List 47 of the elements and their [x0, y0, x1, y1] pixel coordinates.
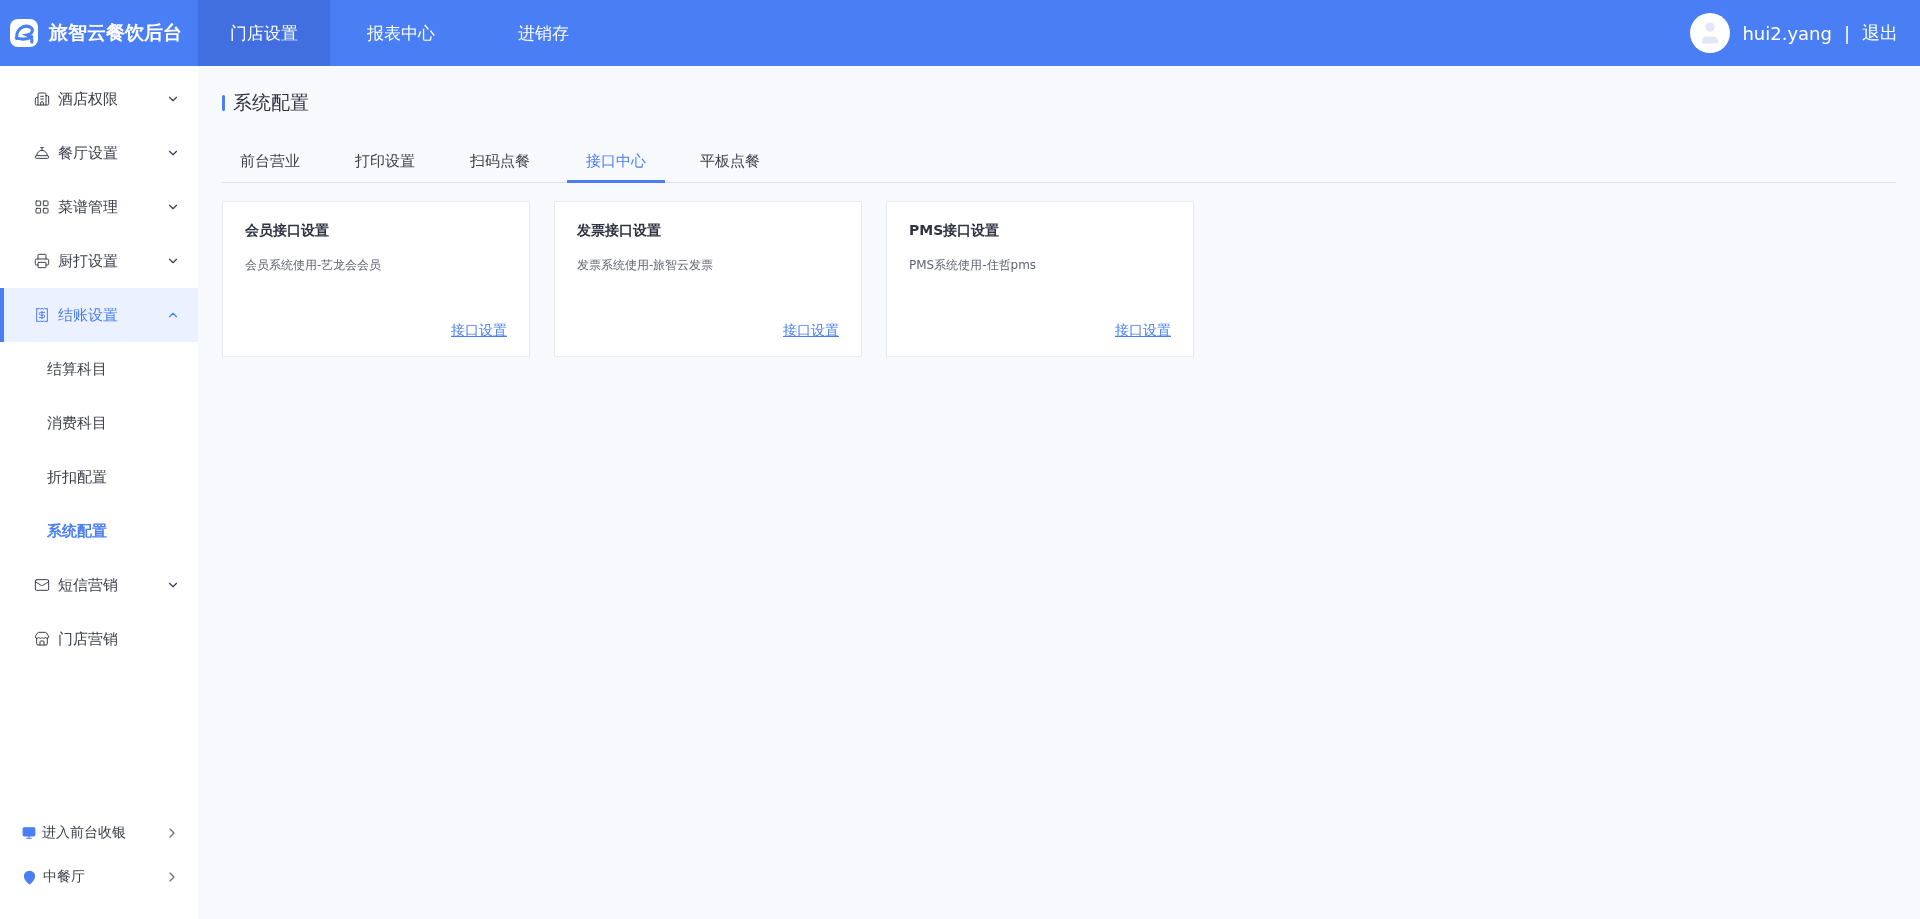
menu-icon	[34, 199, 50, 215]
sidebar-item[interactable]: 菜谱管理	[0, 180, 198, 234]
submenu-item[interactable]: 折扣配置	[0, 450, 198, 504]
tab[interactable]: 前台营业	[222, 152, 337, 183]
settings-link[interactable]: 接口设置	[451, 322, 507, 340]
card-description: PMS系统使用-住哲pms	[909, 257, 1038, 274]
submenu-item[interactable]: 结算科目	[0, 342, 198, 396]
menu-icon	[34, 631, 50, 647]
sidebar-item[interactable]: 厨打设置	[0, 234, 198, 288]
sidebar-item[interactable]: 结账设置	[0, 288, 198, 342]
nav-tab[interactable]: 进销存	[472, 0, 614, 66]
menu-icon	[34, 91, 50, 107]
pin-icon	[22, 869, 37, 885]
tab[interactable]: 扫码点餐	[452, 152, 567, 183]
menu-icon	[34, 577, 50, 593]
sidebar-footer-link[interactable]: 中餐厅	[0, 855, 198, 899]
menu-icon	[34, 307, 50, 323]
card-description: 会员系统使用-艺龙会会员	[245, 257, 383, 274]
tab[interactable]: 打印设置	[337, 152, 452, 183]
sidebar-item[interactable]: 酒店权限	[0, 72, 198, 126]
avatar-icon[interactable]	[1690, 13, 1731, 53]
sidebar-item[interactable]: 短信营销	[0, 558, 198, 612]
card-title: PMS接口设置	[909, 222, 1001, 240]
separator: |	[1843, 22, 1850, 44]
submenu-item[interactable]: 系统配置	[0, 504, 198, 558]
menu-icon	[34, 253, 50, 269]
logout-link[interactable]: 退出	[1862, 21, 1898, 45]
title-accent	[222, 95, 225, 111]
settings-link[interactable]: 接口设置	[783, 322, 839, 340]
user-name: hui2.yang	[1742, 22, 1832, 44]
monitor-icon	[22, 826, 36, 840]
page-title: 系统配置	[233, 90, 309, 115]
brand-name: 旅智云餐饮后台	[49, 20, 182, 45]
sidebar-item[interactable]: 门店营销	[0, 612, 198, 666]
menu-icon	[34, 145, 50, 161]
card-title: 发票接口设置	[577, 222, 662, 240]
nav-tab[interactable]: 报表中心	[330, 0, 472, 66]
nav-tab[interactable]: 门店设置	[198, 0, 330, 66]
card-description: 发票系统使用-旅智云发票	[577, 257, 715, 274]
tab[interactable]: 接口中心	[567, 152, 665, 183]
sidebar-item[interactable]: 餐厅设置	[0, 126, 198, 180]
submenu-item[interactable]: 消费科目	[0, 396, 198, 450]
settings-link[interactable]: 接口设置	[1115, 322, 1171, 340]
tab[interactable]: 平板点餐	[682, 152, 797, 183]
sidebar-footer-link[interactable]: 进入前台收银	[0, 811, 198, 855]
logo-icon	[9, 18, 39, 48]
card-title: 会员接口设置	[245, 222, 330, 240]
